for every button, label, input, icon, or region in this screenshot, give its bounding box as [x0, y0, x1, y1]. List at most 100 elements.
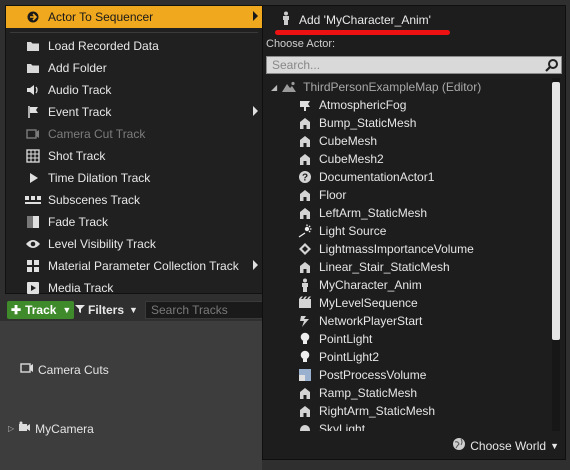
- menu-item-material-parameter-collection-track[interactable]: Material Parameter Collection Track: [6, 255, 262, 277]
- search-tracks-input[interactable]: Search Tracks: [145, 301, 263, 319]
- track-list-area: Camera Cuts ▷ MyCamera: [0, 321, 262, 470]
- menu-item-fade-track[interactable]: Fade Track: [6, 211, 262, 233]
- menu-item-actor-to-sequencer[interactable]: Actor To Sequencer: [6, 6, 262, 28]
- actor-picker-panel: Add 'MyCharacter_Anim' Choose Actor: Sea…: [262, 5, 566, 460]
- speaker-icon: [22, 79, 44, 101]
- chevron-down-icon: ▼: [129, 305, 138, 315]
- menu-item-subscenes-track[interactable]: Subscenes Track: [6, 189, 262, 211]
- point-light-icon: [297, 349, 313, 365]
- static-mesh-icon: [297, 133, 313, 149]
- menu-item-label: Media Track: [48, 281, 114, 295]
- actor-item-label: Floor: [319, 188, 347, 202]
- menu-item-load-recorded-data[interactable]: Load Recorded Data: [6, 35, 262, 57]
- actor-item-ramp-staticmesh[interactable]: Ramp_StaticMesh: [297, 384, 417, 402]
- expand-arrow-icon: ▷: [8, 424, 15, 433]
- actor-item-pointlight[interactable]: PointLight: [297, 330, 372, 348]
- menu-item-event-track[interactable]: Event Track: [6, 101, 262, 123]
- track-row-my-camera[interactable]: ▷ MyCamera: [8, 421, 94, 436]
- my-camera-label: MyCamera: [35, 421, 94, 436]
- chevron-down-icon: ▼: [550, 440, 559, 451]
- subscenes-icon: [22, 189, 44, 211]
- actor-item-cubemesh2[interactable]: CubeMesh2: [297, 150, 384, 168]
- choose-world-button[interactable]: Choose World ▼: [452, 437, 559, 454]
- menu-item-label: Time Dilation Track: [48, 171, 151, 185]
- actor-item-label: RightArm_StaticMesh: [319, 404, 436, 418]
- track-button-label: Track: [25, 303, 57, 317]
- menu-item-label: Actor To Sequencer: [48, 10, 154, 24]
- actor-item-linear-stair-staticmesh[interactable]: Linear_Stair_StaticMesh: [297, 258, 450, 276]
- menu-item-label: Level Visibility Track: [48, 237, 156, 251]
- actor-item-light-source[interactable]: Light Source: [297, 222, 386, 240]
- actor-item-label: SkyLight: [319, 422, 366, 431]
- actor-item-floor[interactable]: Floor: [297, 186, 346, 204]
- actor-item-pointlight2[interactable]: PointLight2: [297, 348, 379, 366]
- actor-item-label: Light Source: [319, 224, 387, 238]
- folder-icon: [22, 57, 44, 79]
- actor-item-postprocessvolume[interactable]: PostProcessVolume: [297, 366, 426, 384]
- actor-item-label: NetworkPlayerStart: [319, 314, 423, 328]
- menu-item-label: Subscenes Track: [48, 193, 141, 207]
- scrollbar[interactable]: [552, 78, 560, 431]
- camera-cut-icon: [22, 123, 44, 145]
- actor-item-label: MyLevelSequence: [319, 296, 418, 310]
- tree-root-row[interactable]: ◢ ThirdPersonExampleMap (Editor): [271, 78, 481, 96]
- actor-tree: ◢ ThirdPersonExampleMap (Editor) Atmosph…: [263, 76, 553, 431]
- media-icon: [22, 277, 44, 299]
- actor-item-skylight[interactable]: SkyLight: [297, 420, 365, 431]
- actor-item-networkplayerstart[interactable]: NetworkPlayerStart: [297, 312, 422, 330]
- camera-icon: [18, 421, 31, 436]
- character-icon: [297, 277, 313, 293]
- play-icon: [22, 167, 44, 189]
- svg-text:?: ?: [302, 173, 308, 184]
- menu-item-time-dilation-track[interactable]: Time Dilation Track: [6, 167, 262, 189]
- plus-icon: ✚: [11, 303, 22, 317]
- menu-item-shot-track[interactable]: Shot Track: [6, 145, 262, 167]
- menu-item-media-track[interactable]: Media Track: [6, 277, 262, 299]
- filters-button-label: Filters: [88, 303, 125, 317]
- collapse-arrow-icon: ◢: [271, 82, 278, 92]
- add-actor-label: Add 'MyCharacter_Anim': [299, 12, 431, 27]
- actor-search-input[interactable]: Search...: [266, 56, 562, 74]
- static-mesh-icon: [297, 151, 313, 167]
- static-mesh-icon: [297, 385, 313, 401]
- scrollbar-thumb[interactable]: [552, 82, 560, 340]
- actor-item-rightarm-staticmesh[interactable]: RightArm_StaticMesh: [297, 402, 435, 420]
- world-icon: [452, 437, 466, 454]
- filters-button[interactable]: Filters ▼: [75, 301, 141, 319]
- sequencer-toolbar: ✚ Track ▼ Filters ▼ Search Tracks: [5, 299, 263, 321]
- actor-item-atmosphericfog[interactable]: AtmosphericFog: [297, 96, 406, 114]
- character-icon: [281, 11, 291, 28]
- static-mesh-icon: [297, 187, 313, 203]
- actor-item-label: MyCharacter_Anim: [319, 278, 422, 292]
- film-grid-icon: [22, 145, 44, 167]
- menu-item-camera-cut-track[interactable]: Camera Cut Track: [6, 123, 262, 145]
- submenu-arrow-icon: [253, 11, 258, 21]
- actor-item-mycharacter-anim[interactable]: MyCharacter_Anim: [297, 276, 422, 294]
- actor-item-mylevelsequence[interactable]: MyLevelSequence: [297, 294, 418, 312]
- flag-icon: [22, 101, 44, 123]
- add-track-button[interactable]: ✚ Track ▼: [7, 301, 74, 319]
- actor-item-lightmassimportancevolume[interactable]: LightmassImportanceVolume: [297, 240, 474, 258]
- menu-item-add-folder[interactable]: Add Folder: [6, 57, 262, 79]
- menu-item-level-visibility-track[interactable]: Level Visibility Track: [6, 233, 262, 255]
- actor-item-label: PointLight2: [319, 350, 380, 364]
- track-row-camera-cuts[interactable]: Camera Cuts: [20, 361, 109, 378]
- actor-item-label: CubeMesh2: [319, 152, 384, 166]
- actor-item-documentationactor1[interactable]: ? DocumentationActor1: [297, 168, 434, 186]
- actor-item-label: PostProcessVolume: [319, 368, 427, 382]
- post-process-icon: [297, 367, 313, 383]
- grid-icon: [22, 255, 44, 277]
- menu-item-audio-track[interactable]: Audio Track: [6, 79, 262, 101]
- menu-item-label: Event Track: [48, 105, 112, 119]
- add-selected-actor-item[interactable]: Add 'MyCharacter_Anim': [281, 11, 431, 28]
- actor-item-leftarm-staticmesh[interactable]: LeftArm_StaticMesh: [297, 204, 427, 222]
- eye-icon: [22, 233, 44, 255]
- actor-item-cubemesh[interactable]: CubeMesh: [297, 132, 377, 150]
- actor-item-bump-staticmesh[interactable]: Bump_StaticMesh: [297, 114, 416, 132]
- actor-item-label: Ramp_StaticMesh: [319, 386, 418, 400]
- search-tracks-placeholder: Search Tracks: [151, 303, 228, 317]
- menu-item-label: Shot Track: [48, 149, 106, 163]
- player-start-icon: [297, 313, 313, 329]
- submenu-arrow-icon: [253, 106, 258, 116]
- volume-icon: [297, 241, 313, 257]
